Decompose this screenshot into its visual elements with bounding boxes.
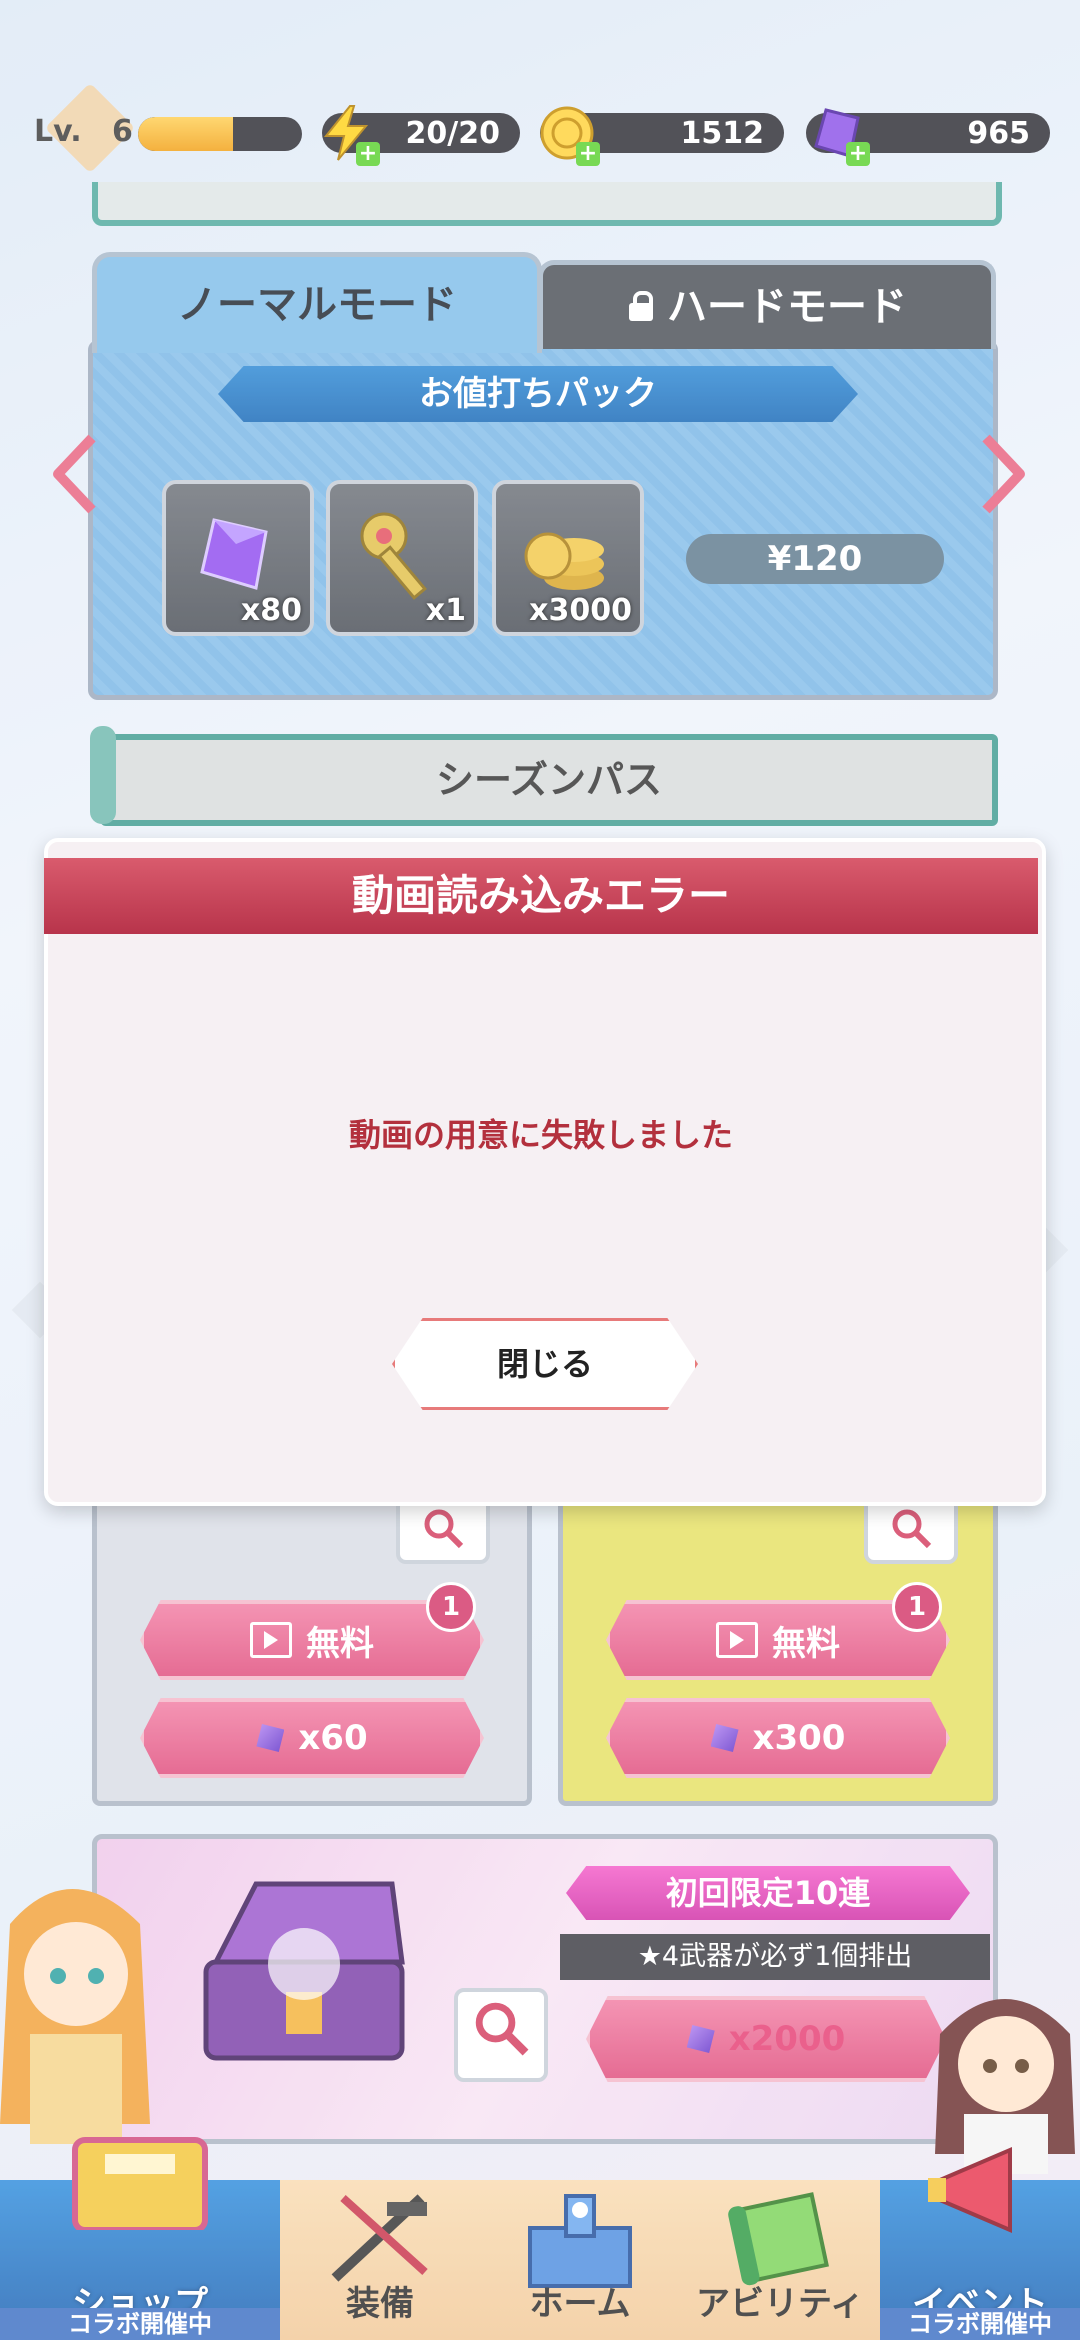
close-button[interactable]: 閉じる: [392, 1318, 698, 1410]
dialog-message: 動画の用意に失敗しました: [348, 1116, 733, 1154]
dialog-title: 動画読み込みエラー: [44, 858, 1038, 934]
